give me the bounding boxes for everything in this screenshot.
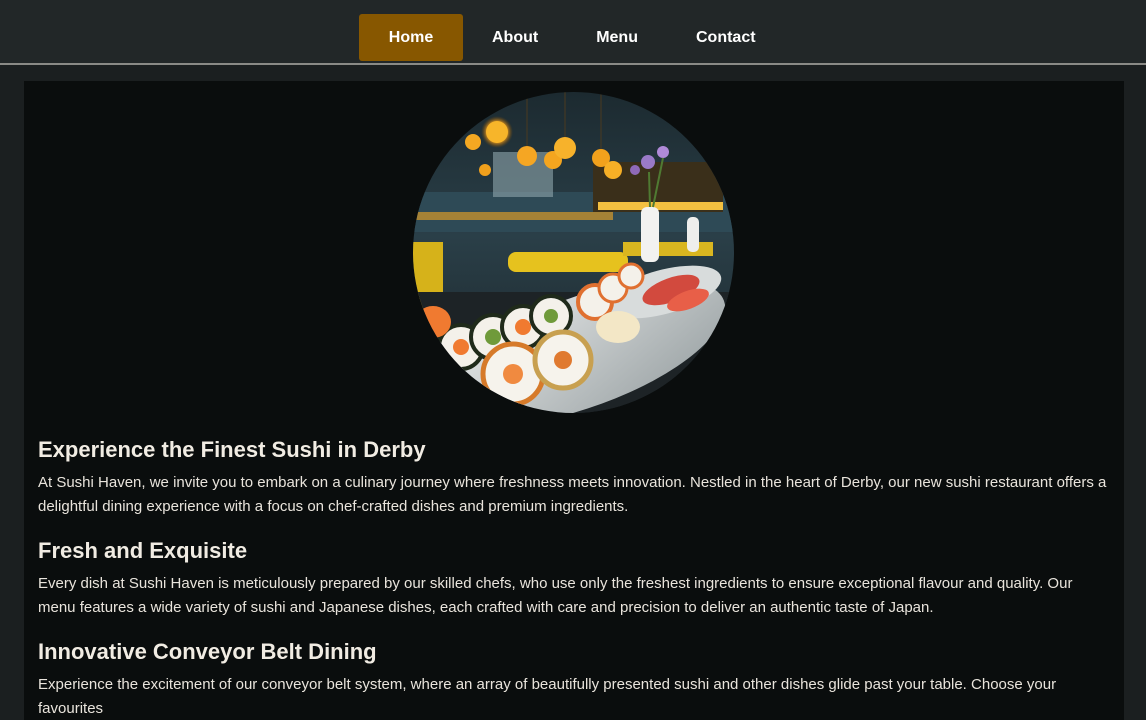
main-content: Experience the Finest Sushi in Derby At … (24, 81, 1124, 720)
section-conveyor-belt: Innovative Conveyor Belt Dining Experien… (38, 635, 1108, 720)
nav-item-contact[interactable]: Contact (667, 14, 785, 61)
sushi-restaurant-photo (413, 92, 734, 413)
section-fresh-exquisite: Fresh and Exquisite Every dish at Sushi … (38, 534, 1108, 620)
nav-item-home[interactable]: Home (359, 14, 463, 61)
section-heading: Innovative Conveyor Belt Dining (38, 639, 377, 664)
section-body: At Sushi Haven, we invite you to embark … (38, 474, 1107, 515)
nav-spacer (0, 65, 1146, 81)
section-body: Every dish at Sushi Haven is meticulousl… (38, 575, 1073, 616)
section-body: Experience the excitement of our conveyo… (38, 676, 1057, 717)
top-navbar: Home About Menu Contact (0, 0, 1146, 65)
section-heading: Fresh and Exquisite (38, 538, 248, 563)
hero-image (413, 92, 734, 413)
section-finest-sushi: Experience the Finest Sushi in Derby At … (38, 433, 1108, 519)
section-heading: Experience the Finest Sushi in Derby (38, 437, 426, 462)
article-content: Experience the Finest Sushi in Derby At … (38, 433, 1108, 720)
nav-list: Home About Menu Contact (359, 14, 785, 61)
nav-item-about[interactable]: About (463, 14, 567, 61)
nav-item-menu[interactable]: Menu (567, 14, 667, 61)
